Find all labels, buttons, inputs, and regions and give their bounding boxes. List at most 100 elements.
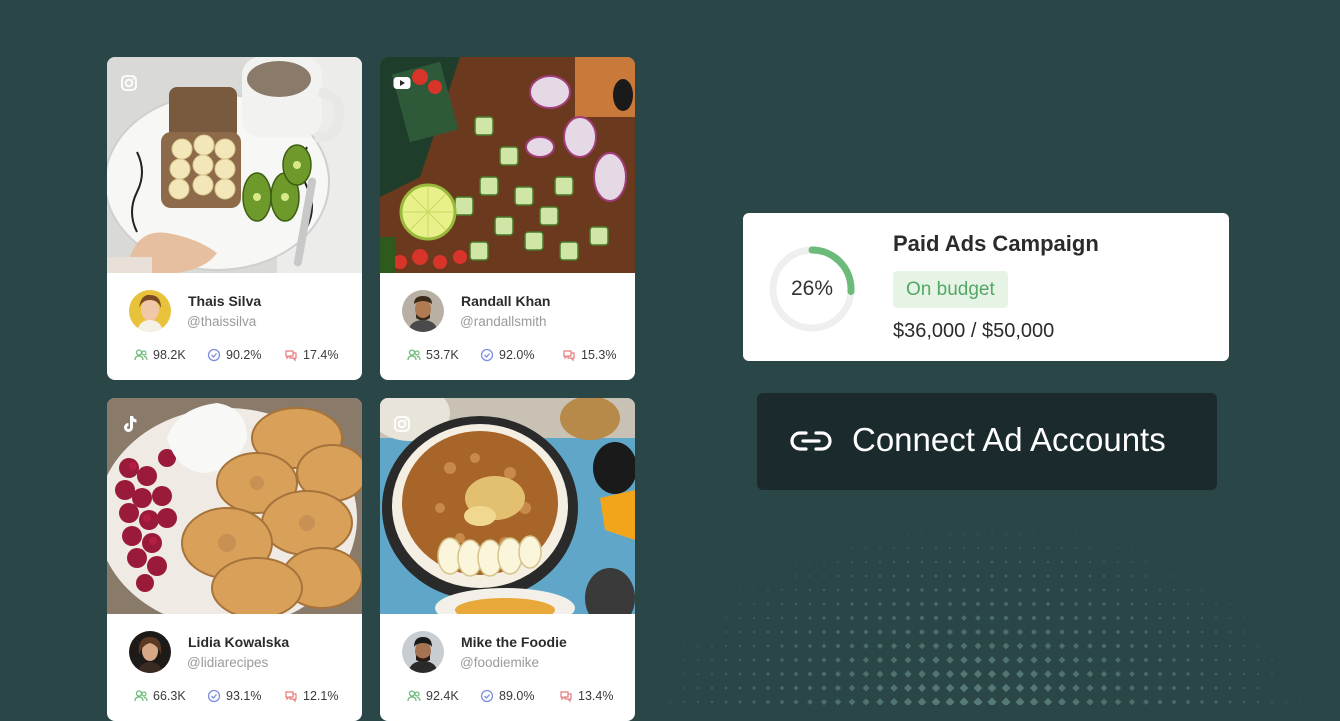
- pattern-dot: [988, 628, 996, 636]
- pattern-dot: [835, 657, 841, 663]
- pattern-dot: [655, 687, 657, 689]
- pattern-dot: [807, 643, 813, 649]
- pattern-dot: [975, 601, 981, 607]
- pattern-dot: [1256, 686, 1260, 690]
- pattern-dot: [710, 700, 714, 704]
- pattern-dot: [1002, 656, 1010, 664]
- creator-card[interactable]: Randall Khan @randallsmith 53.7K 92.0% 1…: [380, 57, 635, 380]
- pattern-dot: [738, 658, 742, 662]
- pattern-dot: [807, 629, 813, 635]
- pattern-dot: [1074, 588, 1078, 592]
- pattern-dot: [1032, 546, 1036, 550]
- pattern-dot: [948, 560, 952, 564]
- pattern-dot: [933, 615, 939, 621]
- pattern-dot: [1157, 657, 1163, 663]
- pattern-dot: [1285, 701, 1287, 703]
- pattern-dot: [711, 603, 713, 605]
- connect-ad-accounts-button[interactable]: Connect Ad Accounts: [757, 393, 1217, 490]
- verified-stat: 92.0%: [480, 347, 534, 363]
- pattern-dot: [1215, 589, 1217, 591]
- pattern-dot: [890, 670, 898, 678]
- pattern-dot: [1173, 561, 1175, 563]
- pattern-dot: [1018, 574, 1022, 578]
- pattern-dot: [1045, 615, 1051, 621]
- pattern-dot: [960, 656, 968, 664]
- pattern-dot: [1200, 658, 1204, 662]
- pattern-dot: [1101, 643, 1107, 649]
- pattern-dot: [1116, 602, 1120, 606]
- pattern-dot: [821, 643, 827, 649]
- pattern-dot: [1087, 643, 1093, 649]
- creator-stats: 92.4K 89.0% 13.4%: [407, 688, 617, 704]
- followers-icon: [407, 349, 421, 361]
- creator-handle: @thaissilva: [187, 314, 257, 329]
- pattern-dot: [904, 670, 912, 678]
- pattern-dot: [862, 670, 870, 678]
- pattern-dot: [903, 697, 913, 705]
- pattern-dot: [765, 685, 771, 691]
- pattern-dot: [1103, 533, 1105, 535]
- pattern-dot: [655, 701, 657, 703]
- pattern-dot: [1016, 656, 1024, 664]
- pattern-dot: [892, 546, 896, 550]
- pattern-dot: [1044, 656, 1052, 664]
- pattern-dot: [1116, 588, 1120, 592]
- pattern-dot: [751, 685, 757, 691]
- pattern-dot: [1058, 684, 1066, 692]
- pattern-dot: [890, 698, 898, 705]
- pattern-dot: [904, 684, 912, 692]
- pattern-dot: [893, 533, 895, 535]
- avatar: [402, 631, 444, 673]
- pattern-dot: [1086, 656, 1094, 664]
- pattern-dot: [1019, 519, 1021, 521]
- pattern-dot: [933, 587, 939, 593]
- pattern-dot: [1016, 642, 1024, 650]
- pattern-dot: [697, 631, 699, 633]
- pattern-dot: [917, 697, 927, 705]
- pattern-dot: [863, 643, 869, 649]
- pattern-dot: [1059, 587, 1065, 593]
- creator-stats: 53.7K 92.0% 15.3%: [407, 347, 617, 363]
- pattern-dot: [876, 698, 884, 705]
- avatar: [402, 290, 444, 332]
- pattern-dot: [990, 560, 994, 564]
- campaign-card[interactable]: 26% Paid Ads Campaign On budget $36,000 …: [743, 213, 1229, 361]
- pattern-dot: [1185, 671, 1191, 677]
- pattern-dot: [1003, 601, 1009, 607]
- pattern-dot: [669, 645, 671, 647]
- pattern-dot: [1143, 685, 1149, 691]
- pattern-dot: [891, 615, 897, 621]
- check-circle-icon: [480, 348, 494, 362]
- pattern-dot: [1187, 575, 1189, 577]
- pattern-dot: [1200, 672, 1204, 676]
- pattern-dot: [1171, 699, 1177, 705]
- creator-card[interactable]: Lidia Kowalska @lidiarecipes 66.3K 93.1%…: [107, 398, 362, 721]
- pattern-dot: [822, 588, 826, 592]
- pattern-dot: [890, 642, 898, 650]
- creator-card[interactable]: Mike the Foodie @foodiemike 92.4K 89.0% …: [380, 398, 635, 721]
- pattern-dot: [862, 656, 870, 664]
- pattern-dot: [821, 671, 827, 677]
- pattern-dot: [1214, 686, 1218, 690]
- creator-card[interactable]: Thais Silva @thaissilva 98.2K 90.2% 17.4…: [107, 57, 362, 380]
- youtube-icon: [392, 73, 412, 93]
- pattern-dot: [975, 615, 981, 621]
- pattern-dot: [905, 587, 911, 593]
- pattern-dot: [1004, 560, 1008, 564]
- pattern-dot: [973, 683, 983, 693]
- pattern-dot: [1045, 629, 1051, 635]
- pattern-dot: [710, 658, 714, 662]
- chat-bubbles-icon: [285, 691, 297, 703]
- creator-stats: 66.3K 93.1% 12.1%: [134, 688, 344, 704]
- pattern-dot: [1185, 685, 1191, 691]
- pattern-dot: [1186, 602, 1190, 606]
- pattern-dot: [1157, 685, 1163, 691]
- pattern-dot: [1115, 615, 1121, 621]
- pattern-dot: [1242, 700, 1246, 704]
- pattern-dot: [724, 686, 728, 690]
- pattern-dot: [696, 658, 700, 662]
- pattern-dot: [877, 629, 883, 635]
- pattern-dot: [1030, 628, 1038, 636]
- pattern-dot: [905, 615, 911, 621]
- pattern-dot: [1102, 588, 1106, 592]
